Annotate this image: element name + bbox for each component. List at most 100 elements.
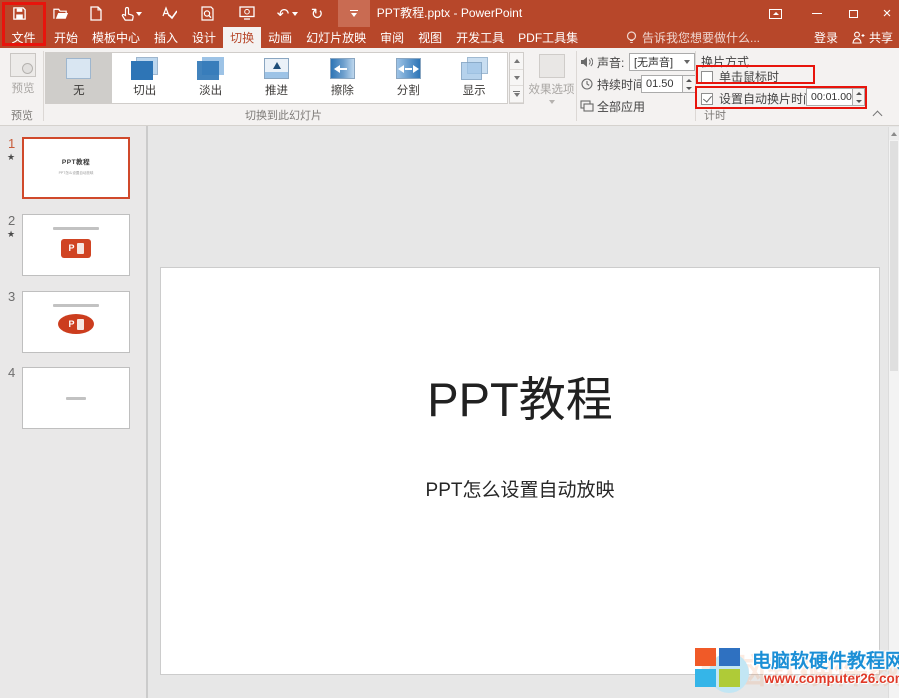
- preview-button[interactable]: 预览: [4, 53, 42, 96]
- slide-thumbnail-2[interactable]: P: [22, 214, 130, 276]
- transition-star-icon[interactable]: ★: [7, 152, 15, 163]
- vertical-scrollbar[interactable]: [888, 127, 899, 698]
- tab-10[interactable]: 开发工具: [449, 27, 511, 48]
- slide-canvas[interactable]: PPT教程 PPT怎么设置自动放映: [160, 267, 880, 675]
- tab-6[interactable]: 动画: [261, 27, 299, 48]
- sign-in-button[interactable]: 登录: [814, 29, 838, 46]
- logo-square-lightblue: [695, 669, 716, 687]
- tab-file[interactable]: 文件: [0, 27, 47, 48]
- clock-icon: [579, 78, 594, 90]
- transition-label: 无: [46, 82, 112, 98]
- advance-on-click-row[interactable]: 单击鼠标时: [701, 68, 779, 85]
- maximize-button[interactable]: [838, 0, 868, 27]
- print-preview-icon[interactable]: [196, 3, 218, 24]
- slide-thumbnail-3[interactable]: P: [22, 291, 130, 353]
- minimize-icon: [812, 13, 822, 14]
- gallery-more-button[interactable]: [510, 86, 523, 103]
- effect-options-button[interactable]: 效果选项: [528, 52, 575, 104]
- tab-5[interactable]: 切换: [223, 27, 261, 48]
- ribbon: 预览 预览 无切出淡出推进擦除分割显示 切换到此幻灯片 效果选项 声音: [无声…: [0, 48, 899, 126]
- thumb-text-line: [53, 304, 99, 307]
- auto-advance-time-input[interactable]: 00:01.00: [806, 88, 853, 106]
- tab-4[interactable]: 设计: [185, 27, 223, 48]
- tab-1[interactable]: 开始: [47, 27, 85, 48]
- transition-wipe[interactable]: 擦除: [309, 53, 375, 103]
- open-icon[interactable]: [50, 3, 72, 24]
- tab-3[interactable]: 插入: [147, 27, 185, 48]
- slideshow-from-beginning-icon[interactable]: [236, 3, 258, 24]
- tell-me-box[interactable]: 告诉我您想要做什么...: [626, 27, 760, 48]
- transition-label: 推进: [244, 82, 310, 98]
- transition-fade[interactable]: 淡出: [178, 53, 244, 103]
- redo-icon[interactable]: ↻: [306, 3, 328, 24]
- logo-square-orange: [695, 648, 716, 666]
- tab-2[interactable]: 模板中心: [85, 27, 147, 48]
- transition-reveal[interactable]: 显示: [441, 53, 507, 103]
- ribbon-display-options-button[interactable]: [760, 0, 790, 27]
- spin-up-icon[interactable]: [683, 76, 695, 84]
- auto-advance-label: 设置自动换片时间:: [719, 90, 818, 107]
- tab-11[interactable]: PDF工具集: [511, 27, 585, 48]
- gallery-scroll-up-button[interactable]: [510, 53, 523, 70]
- collapse-ribbon-icon[interactable]: [872, 110, 884, 118]
- scrollbar-thumb[interactable]: [890, 141, 898, 371]
- transition-none[interactable]: 无: [46, 53, 112, 103]
- touch-mode-dropdown-icon[interactable]: [134, 3, 144, 24]
- transition-push[interactable]: 推进: [244, 53, 310, 103]
- slide-title-text[interactable]: PPT教程: [161, 361, 879, 430]
- qat-more-caret-icon: [351, 13, 357, 17]
- combobox-dropdown-icon: [684, 60, 690, 64]
- gallery-scroll-down-button[interactable]: [510, 70, 523, 87]
- group-label-timing: 计时: [704, 107, 726, 123]
- scrollbar-up-button[interactable]: [889, 127, 899, 140]
- save-icon[interactable]: [8, 3, 30, 24]
- transition-reveal-icon: [461, 57, 488, 80]
- share-button[interactable]: 共享: [852, 29, 893, 46]
- transition-push-icon: [263, 57, 290, 80]
- group-label-transition: 切换到此幻灯片: [245, 107, 322, 123]
- preview-button-label: 预览: [4, 80, 42, 96]
- transition-label: 显示: [441, 82, 507, 98]
- auto-advance-time-spinner[interactable]: [853, 88, 865, 106]
- customize-quick-access-toolbar-button[interactable]: [338, 0, 370, 27]
- sound-combobox[interactable]: [无声音]: [629, 53, 695, 71]
- slide-thumbnail-4[interactable]: [22, 367, 130, 429]
- tab-8[interactable]: 审阅: [373, 27, 411, 48]
- preview-icon: [10, 53, 36, 77]
- spelling-check-icon[interactable]: [158, 3, 180, 24]
- auto-advance-checkbox[interactable]: [701, 93, 713, 105]
- triangle-down-icon: [514, 93, 520, 97]
- transition-split[interactable]: 分割: [375, 53, 441, 103]
- apply-all-button[interactable]: 全部应用: [579, 97, 645, 115]
- slide-number: 2: [8, 213, 15, 228]
- tab-9[interactable]: 视图: [411, 27, 449, 48]
- slide-number: 3: [8, 289, 15, 304]
- qat-more-bar: [350, 10, 358, 12]
- spin-down-icon[interactable]: [683, 84, 695, 92]
- logo-square-green: [719, 669, 740, 687]
- account-area: 登录 共享: [814, 27, 893, 48]
- minimize-button[interactable]: [802, 0, 832, 27]
- duration-input[interactable]: 01.50: [641, 75, 683, 93]
- advance-auto-row[interactable]: 设置自动换片时间:: [701, 90, 818, 107]
- duration-row: 持续时间:: [579, 75, 648, 93]
- undo-dropdown-icon[interactable]: [290, 3, 300, 24]
- transition-star-icon[interactable]: ★: [7, 229, 15, 240]
- close-button[interactable]: ×: [872, 0, 899, 27]
- group-label-preview: 预览: [11, 107, 33, 123]
- tab-7[interactable]: 幻灯片放映: [299, 27, 373, 48]
- sound-label: 声音:: [597, 54, 624, 71]
- workspace: 1★PPT教程PPT怎么设置自动放映2★P3P4 PPT教程 PPT怎么设置自动…: [0, 126, 899, 698]
- new-document-icon[interactable]: [85, 3, 107, 24]
- duration-value: 01.50: [646, 78, 674, 90]
- more-bar-icon: [513, 91, 520, 92]
- spin-up-icon[interactable]: [853, 89, 864, 97]
- transition-fade-icon: [197, 57, 224, 80]
- transition-cut[interactable]: 切出: [112, 53, 178, 103]
- on-mouse-click-checkbox[interactable]: [701, 71, 713, 83]
- spin-down-icon[interactable]: [853, 97, 864, 105]
- apply-all-icon: [579, 100, 594, 112]
- slide-thumbnail-1[interactable]: PPT教程PPT怎么设置自动放映: [22, 137, 130, 199]
- slide-subtitle-text[interactable]: PPT怎么设置自动放映: [161, 475, 879, 502]
- watermark-site-name: 电脑软硬件教程网: [752, 646, 899, 673]
